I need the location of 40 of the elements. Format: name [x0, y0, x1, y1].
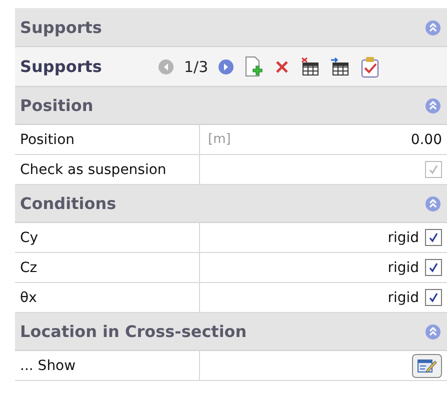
section-title: Conditions — [20, 194, 116, 213]
section-header[interactable]: Conditions — [15, 185, 447, 223]
condition-value: rigid — [388, 260, 419, 276]
property-label: Cz — [20, 260, 38, 276]
checkbox[interactable] — [425, 289, 442, 306]
insert-table-icon[interactable] — [330, 56, 350, 76]
collapse-icon[interactable] — [425, 20, 441, 36]
condition-value: rigid — [388, 290, 419, 306]
section-title: Supports — [20, 18, 102, 37]
section-header[interactable]: Location in Cross-section — [15, 313, 447, 351]
section-header[interactable]: Supports — [15, 9, 447, 47]
property-label: Cy — [20, 230, 38, 246]
checkmark-icon — [428, 262, 439, 273]
section-title: Location in Cross-section — [20, 322, 247, 341]
value-field[interactable]: 0.00 — [410, 132, 442, 148]
edit-button[interactable] — [412, 354, 442, 378]
delete-icon[interactable] — [274, 58, 290, 74]
property-label: Position — [20, 132, 75, 148]
checkbox[interactable] — [425, 229, 442, 246]
property-label: θx — [20, 290, 37, 306]
record-counter: 1/3 — [184, 58, 208, 76]
checkmark-icon — [428, 232, 439, 243]
section-header[interactable]: Position — [15, 87, 447, 125]
section-title: Position — [20, 96, 94, 115]
condition-value: rigid — [388, 230, 419, 246]
delete-table-icon[interactable] — [300, 56, 320, 76]
next-button[interactable] — [218, 58, 234, 74]
collapse-icon[interactable] — [425, 196, 441, 212]
toolbar-label: Supports — [20, 57, 103, 76]
add-document-icon[interactable] — [244, 56, 264, 78]
property-label: ... Show — [20, 358, 76, 374]
checkbox[interactable] — [425, 259, 442, 276]
unit-label: [m] — [208, 132, 231, 147]
edit-icon — [417, 358, 437, 374]
collapse-icon[interactable] — [425, 98, 441, 114]
checkmark-icon — [428, 292, 439, 303]
clipboard-check-icon[interactable] — [360, 56, 380, 78]
checkmark-icon — [428, 164, 439, 175]
property-label: Check as suspension — [20, 162, 166, 178]
collapse-icon[interactable] — [425, 324, 441, 340]
